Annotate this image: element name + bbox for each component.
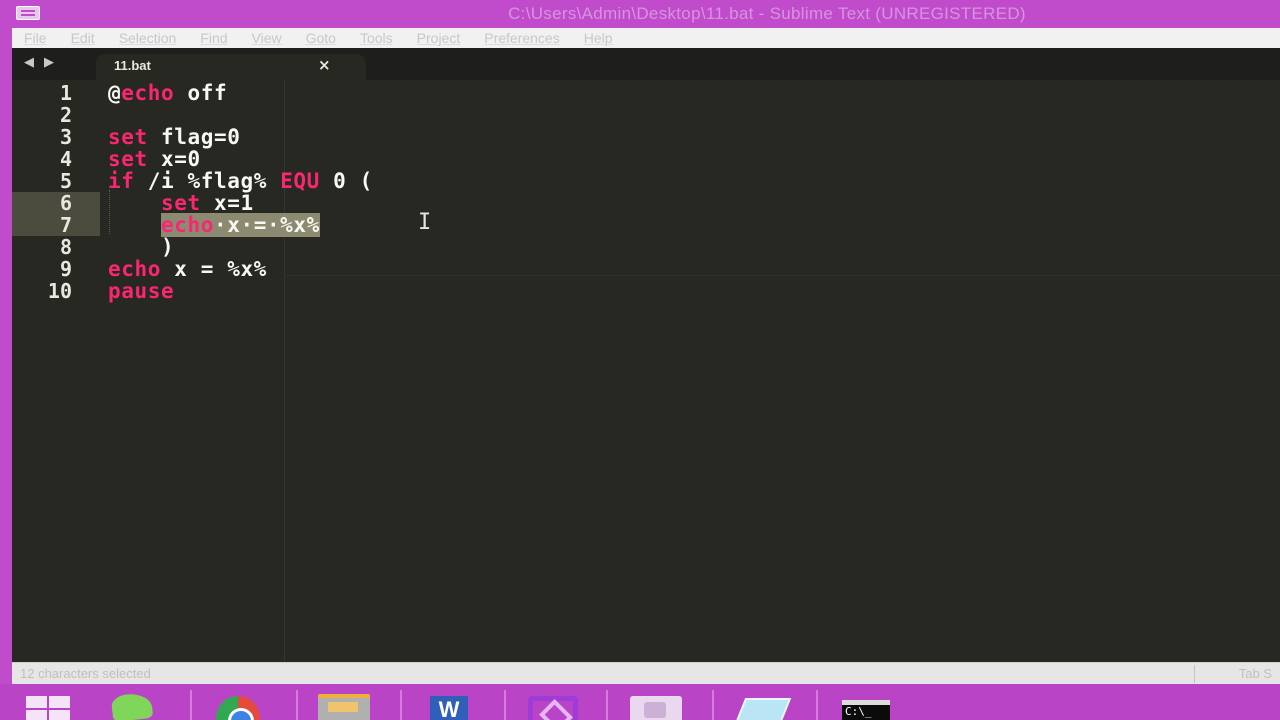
status-bar: 12 characters selected Tab S: [12, 662, 1280, 684]
line-number: 10: [47, 279, 72, 303]
tab-11-bat[interactable]: 11.bat ×: [96, 54, 366, 80]
line-number: 2: [59, 103, 72, 127]
taskbar: W C:\_: [0, 684, 1280, 720]
taskbar-divider: [400, 690, 402, 720]
code-token: pause: [108, 279, 175, 303]
close-tab-icon[interactable]: ×: [318, 56, 331, 74]
line-number: 8: [59, 235, 72, 259]
line-number: 3: [59, 125, 72, 149]
taskbar-divider: [504, 690, 506, 720]
wrap-guide: [284, 80, 285, 662]
menu-bar: File Edit Selection Find View Goto Tools Projec…: [12, 28, 1280, 48]
code-token: 0 (: [319, 169, 373, 193]
code-line[interactable]: set x=1: [108, 192, 254, 214]
taskbar-app-command-prompt[interactable]: C:\_: [836, 690, 896, 720]
code-line[interactable]: pause: [108, 280, 174, 302]
menu-selection[interactable]: Selection: [119, 30, 177, 46]
code-line[interactable]: ): [108, 236, 174, 258]
tab-label: 11.bat: [114, 58, 151, 73]
code-line[interactable]: if /i %flag% EQU 0 (: [108, 170, 373, 192]
code-token: /i %flag%: [134, 169, 281, 193]
code-token: ·x·=·%x%: [213, 213, 320, 237]
taskbar-divider: [816, 690, 818, 720]
line-number: 7: [59, 213, 72, 237]
code-token: set: [160, 191, 201, 215]
code-line[interactable]: echo x = %x%: [108, 258, 267, 280]
code-line[interactable]: set flag=0: [108, 126, 240, 148]
taskbar-app-camera[interactable]: [624, 690, 684, 720]
code-token: @: [108, 81, 122, 105]
chrome-icon: [216, 696, 260, 720]
code-token: set: [108, 147, 148, 171]
menu-project[interactable]: Project: [417, 30, 461, 46]
title-bar: C:\Users\Admin\Desktop\11.bat - Sublime …: [0, 0, 1280, 28]
code-token: if: [108, 169, 135, 193]
taskbar-app-bird[interactable]: [104, 690, 164, 720]
paper-icon: [734, 698, 792, 720]
folder-icon: [318, 694, 370, 720]
menu-help[interactable]: Help: [584, 30, 613, 46]
code-line[interactable]: @echo off: [108, 82, 227, 104]
command-prompt-icon: C:\_: [842, 700, 890, 720]
line-number: 9: [59, 257, 72, 281]
code-token: EQU: [280, 169, 320, 193]
windows-logo-pane: [49, 710, 70, 720]
taskbar-app-word[interactable]: W: [418, 690, 478, 720]
code-line[interactable]: echo·x·=·%x%: [108, 213, 320, 237]
menu-find[interactable]: Find: [200, 30, 227, 46]
menu-goto[interactable]: Goto: [306, 30, 336, 46]
code-token: echo: [160, 213, 214, 237]
code-token: echo: [108, 257, 161, 281]
menu-edit[interactable]: Edit: [71, 30, 95, 46]
windows-logo-pane: [26, 710, 47, 720]
line-number: 6: [59, 191, 72, 215]
text-cursor-icon: I: [418, 210, 432, 235]
nav-forward-icon[interactable]: ▶: [44, 55, 54, 70]
camera-icon: [630, 696, 682, 720]
tab-bar: ◀ ▶ 11.bat ×: [12, 48, 1280, 80]
line-number: 1: [59, 81, 72, 105]
start-button[interactable]: [16, 690, 76, 720]
menu-tools[interactable]: Tools: [360, 30, 393, 46]
code-token: flag=0: [147, 125, 241, 149]
taskbar-divider: [296, 690, 298, 720]
windows-logo-icon: [26, 696, 47, 708]
taskbar-app-file-explorer[interactable]: [314, 690, 374, 720]
code-line[interactable]: set x=0: [108, 148, 201, 170]
code-editor[interactable]: 1 2 3 4 5 6 7 8 9 10 I @echo off set flag=0 set x=0…: [12, 80, 1280, 662]
menu-preferences[interactable]: Preferences: [484, 30, 559, 46]
taskbar-divider: [712, 690, 714, 720]
tab-size-status[interactable]: Tab S: [1239, 666, 1272, 681]
word-icon: W: [430, 696, 468, 720]
line-number: 4: [59, 147, 72, 171]
code-token: off: [174, 81, 228, 105]
line-number: 5: [59, 169, 72, 193]
code-token: ): [108, 235, 175, 259]
line-number-gutter: 1 2 3 4 5 6 7 8 9 10: [12, 80, 100, 662]
taskbar-app-visual-studio[interactable]: [522, 690, 582, 720]
code-token: echo: [121, 81, 175, 105]
faint-divider: [284, 275, 1280, 276]
code-token: x = %x%: [160, 257, 267, 281]
taskbar-divider: [190, 690, 192, 720]
code-token: set: [108, 125, 148, 149]
tab-navigation: ◀ ▶: [24, 55, 54, 70]
visual-studio-icon: [528, 696, 578, 720]
taskbar-app-paper[interactable]: [730, 690, 792, 720]
bird-icon: [110, 691, 154, 720]
status-separator: [1194, 665, 1195, 683]
selection-status: 12 characters selected: [20, 666, 151, 681]
taskbar-divider: [606, 690, 608, 720]
window-title: C:\Users\Admin\Desktop\11.bat - Sublime …: [508, 4, 1026, 23]
code-token: x=0: [147, 147, 201, 171]
taskbar-app-chrome[interactable]: [210, 690, 270, 720]
menu-view[interactable]: View: [252, 30, 282, 46]
windows-logo-pane: [49, 696, 70, 708]
menu-file[interactable]: File: [24, 30, 47, 46]
code-token: x=1: [200, 191, 254, 215]
nav-back-icon[interactable]: ◀: [24, 55, 34, 70]
